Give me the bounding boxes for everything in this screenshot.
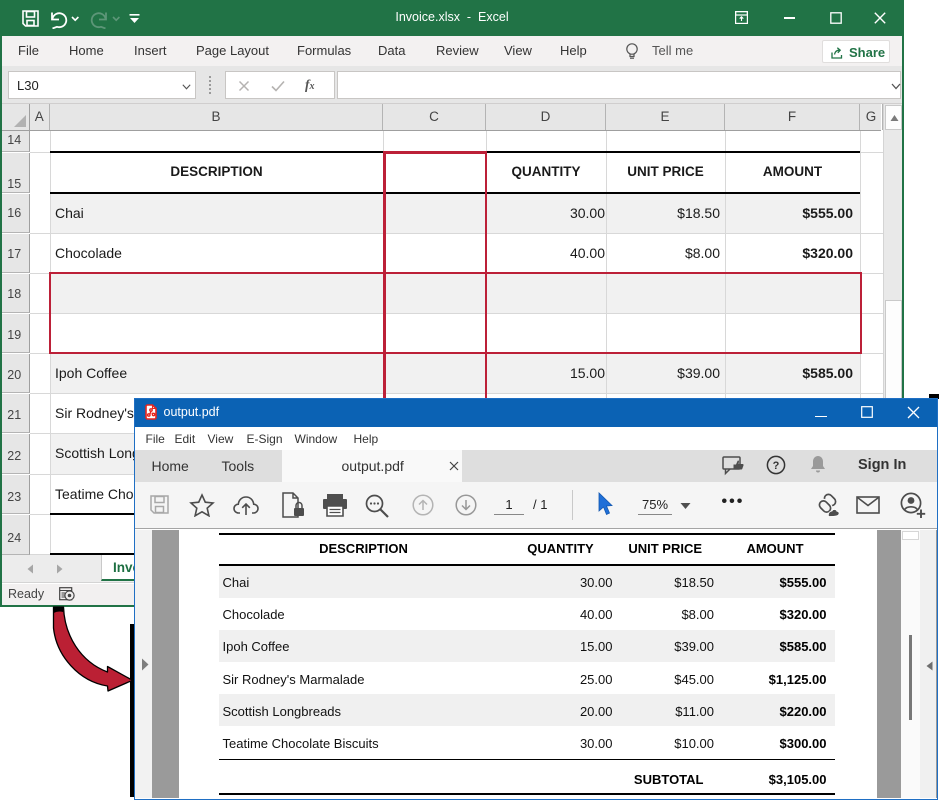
svg-text:?: ?	[772, 460, 779, 472]
